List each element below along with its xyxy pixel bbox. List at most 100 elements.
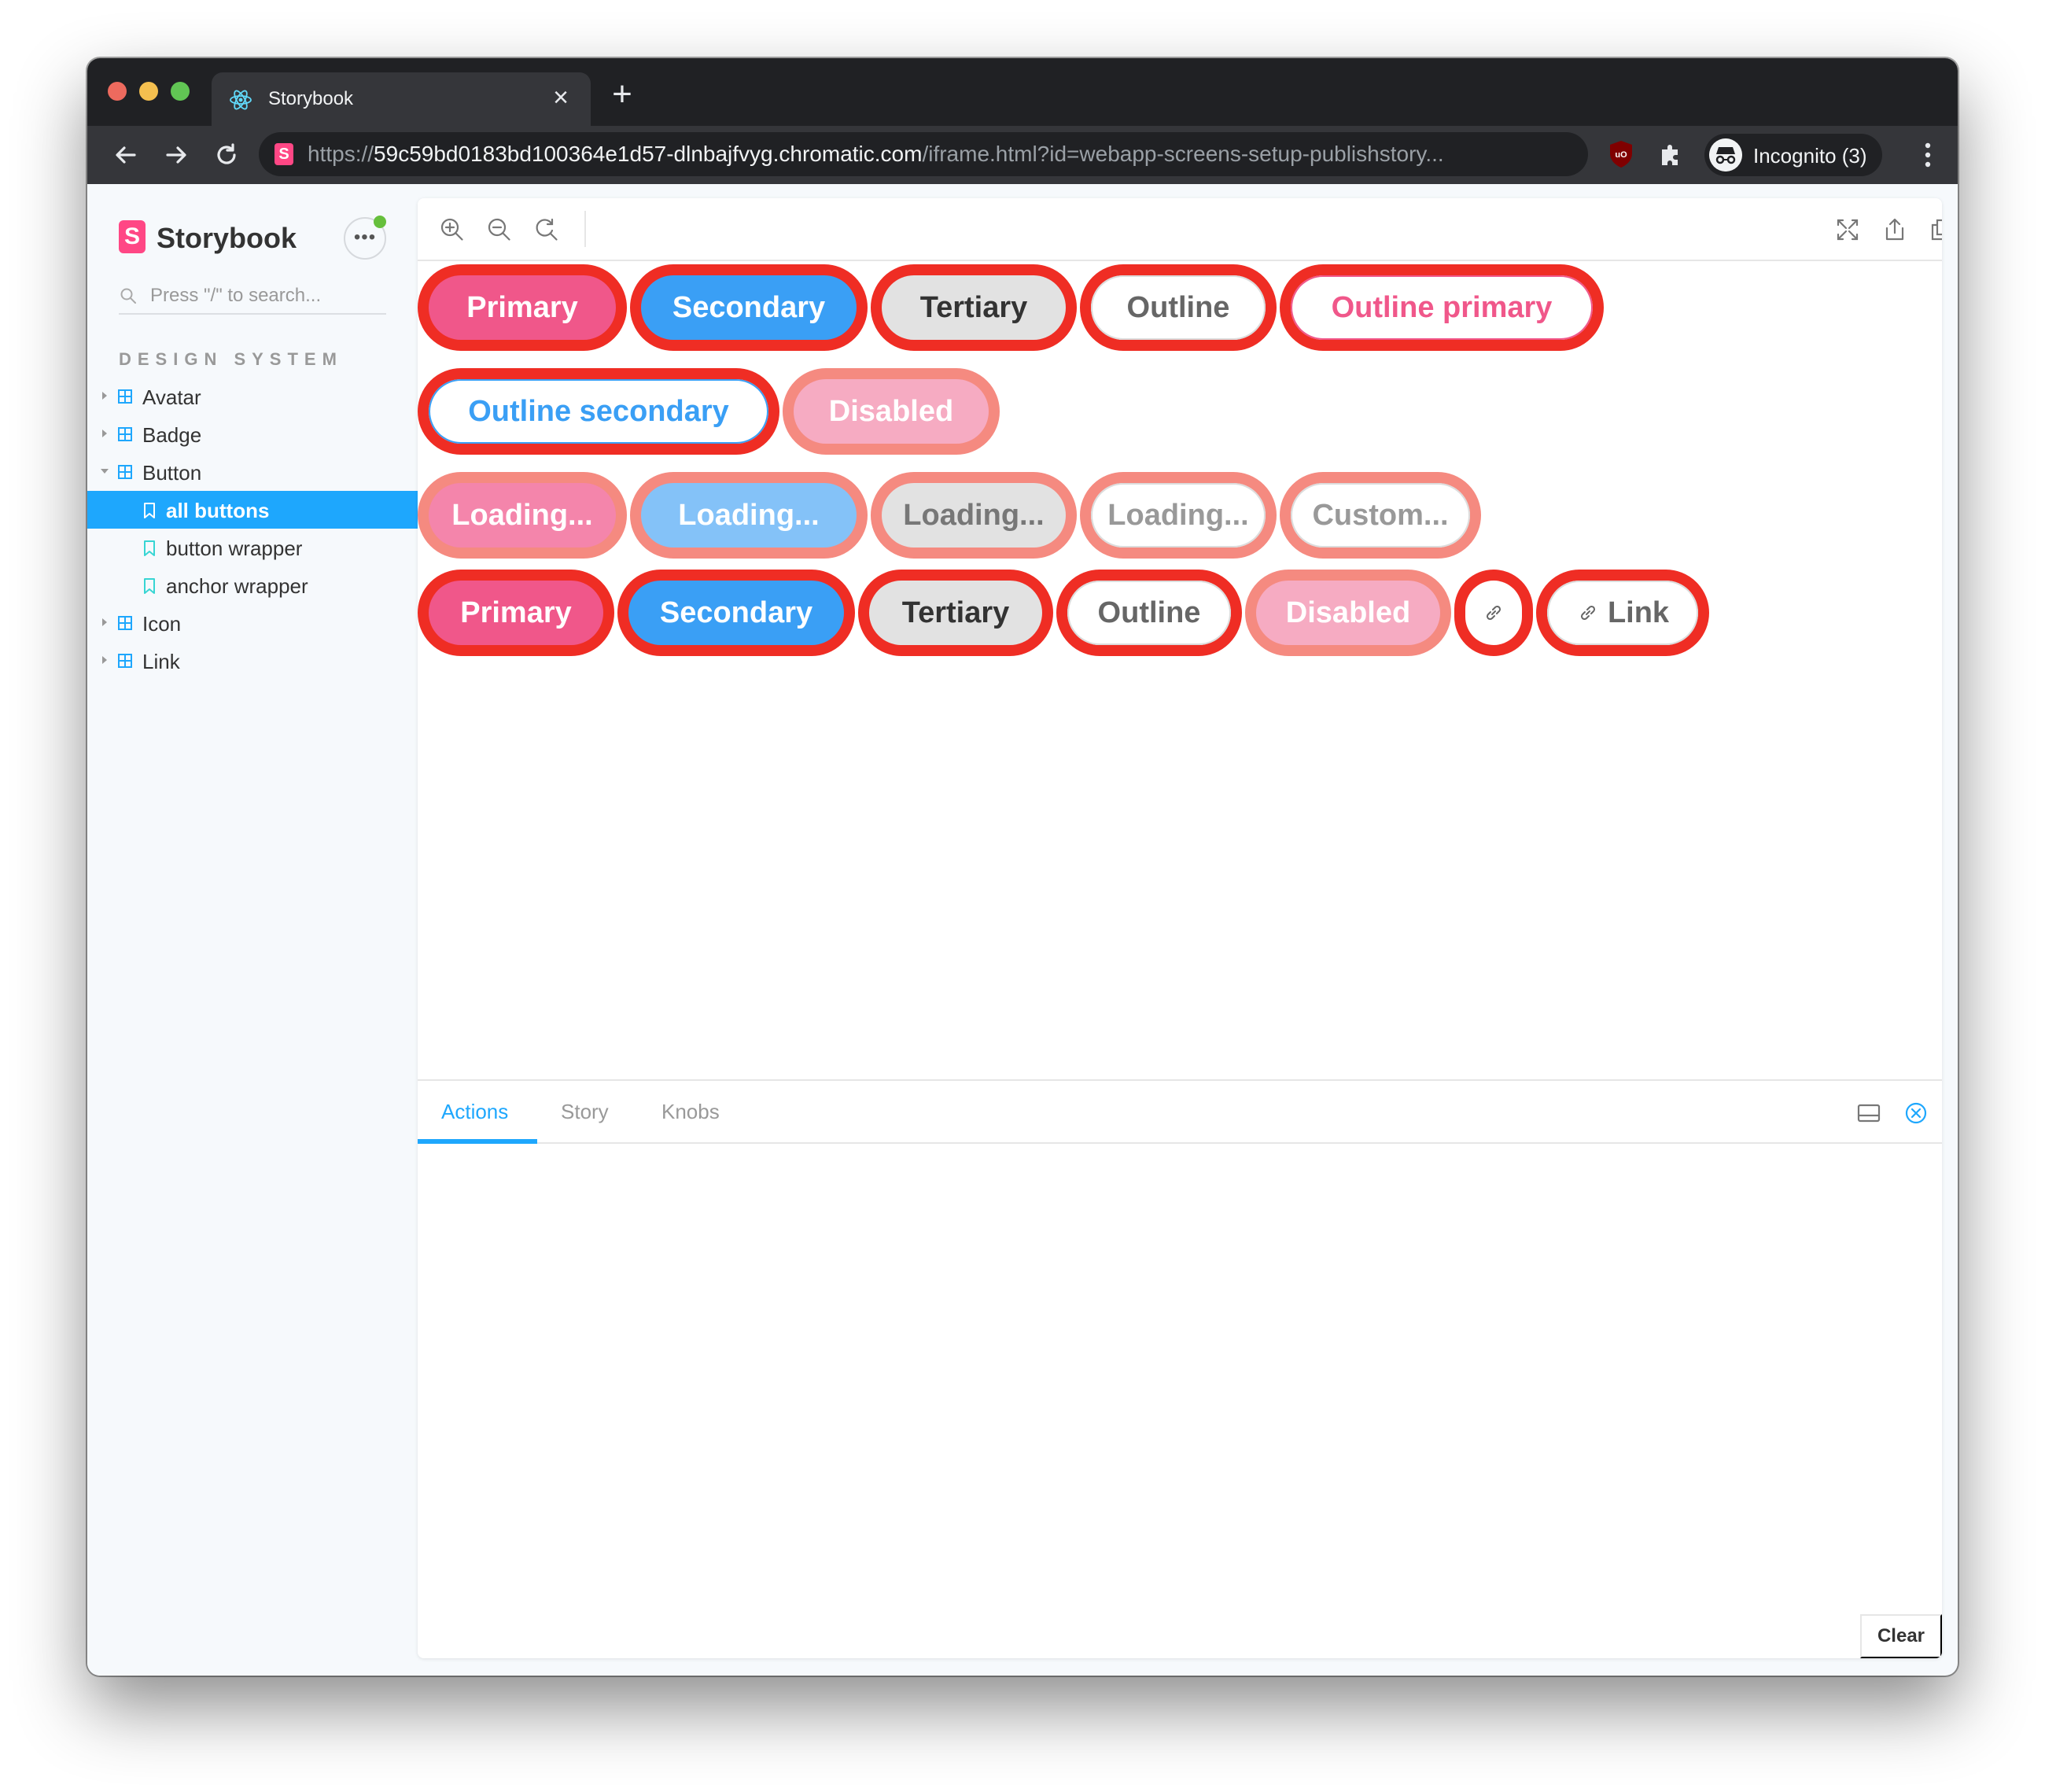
storybook-site-icon: S (275, 143, 293, 165)
button-label: Primary (429, 581, 603, 645)
custom-loading-button[interactable]: Custom... (1280, 472, 1481, 559)
zoom-in-icon[interactable] (438, 216, 466, 244)
link-icon (1486, 605, 1502, 621)
small-primary-button[interactable]: Primary (418, 570, 614, 656)
loading-outline-button[interactable]: Loading... (1080, 472, 1277, 559)
button-label: Outline (1067, 581, 1231, 645)
caret-right-icon (102, 618, 107, 626)
component-icon (118, 616, 132, 630)
small-tertiary-button[interactable]: Tertiary (858, 570, 1053, 656)
sidebar-item-button-wrapper[interactable]: button wrapper (87, 529, 418, 566)
outline-secondary-button[interactable]: Outline secondary (418, 368, 779, 455)
outline-button[interactable]: Outline (1080, 264, 1277, 351)
button-label: Outline primary (1291, 275, 1593, 340)
sidebar-item-button[interactable]: Button (87, 453, 418, 491)
small-disabled-button[interactable]: Disabled (1245, 570, 1451, 656)
caret-right-icon (102, 656, 107, 664)
component-icon (118, 465, 132, 479)
button-label: Custom... (1291, 483, 1470, 548)
sidebar-item-label: Link (142, 650, 180, 673)
browser-window: Storybook × + S https://59c59bd0183bd100… (87, 58, 1958, 1676)
outline-primary-button[interactable]: Outline primary (1280, 264, 1604, 351)
url-text[interactable]: https://59c59bd0183bd100364e1d57-dlnbajf… (308, 142, 1444, 167)
button-label: Secondary (628, 581, 844, 645)
button-body (1465, 581, 1522, 645)
button-label: Outline secondary (429, 379, 768, 444)
secondary-button[interactable]: Secondary (630, 264, 868, 351)
storybook-toolbar (418, 198, 1942, 261)
disabled-button[interactable]: Disabled (783, 368, 1000, 455)
sidebar-item-avatar[interactable]: Avatar (87, 378, 418, 415)
forward-button[interactable] (158, 137, 194, 173)
sidebar-item-link[interactable]: Link (87, 642, 418, 680)
search-icon (120, 288, 136, 304)
url-path: /iframe.html?id=webapp-screens-setup-pub… (922, 142, 1444, 166)
back-button[interactable] (108, 137, 144, 173)
tab-strip: Storybook × + (87, 58, 1958, 126)
tab-actions[interactable]: Actions (441, 1100, 508, 1124)
browser-tab[interactable]: Storybook × (212, 72, 591, 126)
tab-title: Storybook (268, 88, 354, 109)
incognito-icon (1709, 138, 1742, 171)
panel-layout-icon[interactable] (1855, 1100, 1882, 1126)
button-label: Link (1607, 595, 1670, 629)
tab-close-icon[interactable]: × (545, 82, 577, 113)
search-input[interactable] (150, 282, 378, 310)
button-label: Loading... (1091, 483, 1266, 548)
toolbar-divider (584, 211, 586, 247)
component-icon (118, 654, 132, 668)
preview-panel: Primary Secondary Tertiary Outline Outli… (418, 198, 1942, 1658)
new-tab-button[interactable]: + (606, 77, 638, 112)
sidebar-item-all-buttons[interactable]: all buttons (87, 491, 418, 529)
addon-tabs: Actions Story Knobs (418, 1081, 1942, 1144)
clear-button[interactable]: Clear (1860, 1614, 1942, 1658)
minimize-window-button[interactable] (139, 82, 158, 101)
zoom-out-icon[interactable] (485, 216, 514, 244)
button-label: Secondary (641, 275, 857, 340)
brand-name: Storybook (157, 222, 297, 254)
fullscreen-icon[interactable] (1833, 216, 1862, 244)
reload-button[interactable] (208, 137, 245, 173)
loading-secondary-button[interactable]: Loading... (630, 472, 868, 559)
ublock-shield-icon[interactable]: uO (1608, 140, 1634, 168)
story-canvas: Primary Secondary Tertiary Outline Outli… (418, 261, 1942, 1079)
zoom-reset-icon[interactable] (532, 216, 561, 244)
close-circle-icon[interactable] (1903, 1100, 1929, 1126)
sidebar-item-icon[interactable]: Icon (87, 604, 418, 642)
button-label: Outline (1091, 275, 1266, 340)
tab-story[interactable]: Story (561, 1100, 609, 1124)
maximize-window-button[interactable] (171, 82, 190, 101)
close-window-button[interactable] (108, 82, 127, 101)
button-label: Loading... (882, 483, 1066, 548)
icon-only-link-button[interactable] (1454, 570, 1533, 656)
incognito-label: Incognito (3) (1753, 144, 1867, 168)
incognito-profile-button[interactable]: Incognito (3) (1704, 134, 1882, 176)
tertiary-button[interactable]: Tertiary (871, 264, 1077, 351)
sidebar-item-badge[interactable]: Badge (87, 415, 418, 453)
address-bar[interactable]: S https://59c59bd0183bd100364e1d57-dlnba… (259, 132, 1588, 176)
sidebar-menu-button[interactable]: ••• (344, 216, 386, 260)
sidebar-item-label: Avatar (142, 385, 201, 409)
button-label: Loading... (641, 483, 857, 548)
bookmark-icon (144, 503, 155, 518)
caret-right-icon (102, 430, 107, 437)
copy-icon[interactable] (1928, 216, 1942, 244)
caret-down-icon (101, 469, 109, 474)
arrow-right-icon (166, 146, 186, 164)
sidebar-item-anchor-wrapper[interactable]: anchor wrapper (87, 566, 418, 604)
button-label: Tertiary (882, 275, 1066, 340)
tab-knobs[interactable]: Knobs (661, 1100, 720, 1124)
storybook-sidebar: S Storybook ••• DESIGN SYSTEM Avatar Bad… (87, 184, 418, 1676)
section-title: DESIGN SYSTEM (119, 349, 343, 369)
primary-button[interactable]: Primary (418, 264, 627, 351)
sidebar-item-label: Badge (142, 423, 202, 447)
share-icon[interactable] (1881, 216, 1909, 244)
extensions-puzzle-icon[interactable] (1656, 138, 1687, 170)
loading-primary-button[interactable]: Loading... (418, 472, 627, 559)
active-tab-indicator (418, 1139, 537, 1144)
link-button[interactable]: Link (1536, 570, 1709, 656)
loading-tertiary-button[interactable]: Loading... (871, 472, 1077, 559)
small-secondary-button[interactable]: Secondary (617, 570, 855, 656)
browser-menu-icon[interactable] (1912, 138, 1944, 171)
small-outline-button[interactable]: Outline (1056, 570, 1242, 656)
